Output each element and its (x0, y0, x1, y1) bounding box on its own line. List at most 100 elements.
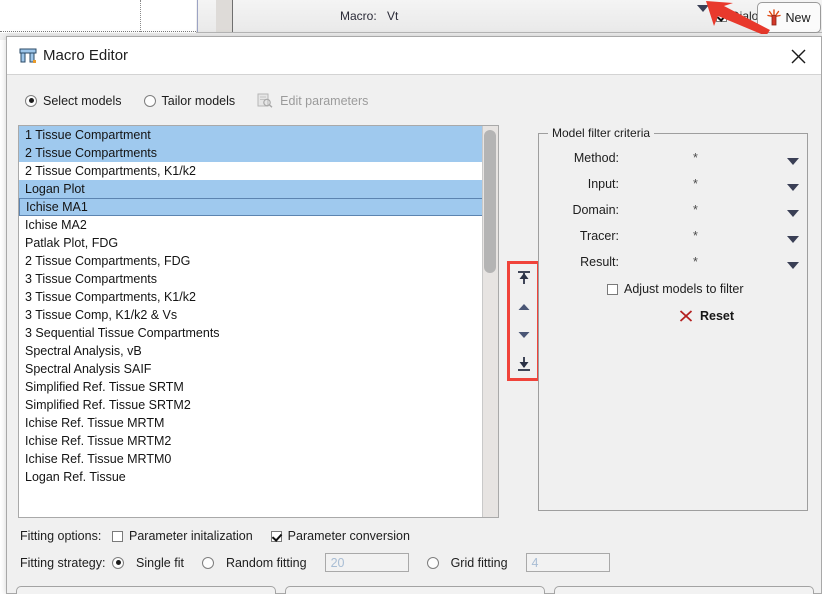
radio-icon (112, 556, 124, 569)
save-as-default-button[interactable]: Save as default (16, 586, 276, 594)
random-fitting-input[interactable]: 20 (324, 553, 409, 572)
filter-label: Domain: (572, 203, 619, 217)
filter-value: * (693, 151, 698, 165)
edit-parameters-button: Edit parameters (257, 93, 368, 108)
list-item[interactable]: 2 Tissue Compartments, FDG (19, 252, 483, 270)
list-item[interactable]: Ichise Ref. Tissue MRTM0 (19, 450, 483, 468)
grid-fitting-input[interactable]: 4 (525, 553, 610, 572)
chevron-down-icon (697, 5, 709, 26)
checkbox-icon (112, 530, 123, 542)
new-button[interactable]: New (757, 2, 821, 33)
screen: Macro: Vt Dialog New Macro Editor Select… (0, 0, 822, 594)
chevron-down-icon[interactable] (787, 180, 799, 194)
list-item[interactable]: Patlak Plot, FDG (19, 234, 483, 252)
save-to-db-button[interactable]: Save to DB (285, 586, 545, 594)
reset-x-icon (679, 309, 693, 323)
macro-table-icon (19, 48, 37, 64)
list-item[interactable]: 1 Tissue Compartment (19, 126, 483, 144)
list-item[interactable]: Ichise MA1 (19, 198, 483, 216)
chevron-down-icon[interactable] (787, 206, 799, 220)
filter-value: * (693, 229, 698, 243)
parameter-initialization-label: Parameter initalization (129, 529, 253, 543)
fitting-options-row: Fitting options: Parameter initalization… (20, 529, 428, 543)
macro-editor-dialog: Macro Editor Select models Tailor models (6, 36, 822, 594)
macro-dropdown-button[interactable] (697, 5, 709, 26)
chevron-down-icon[interactable] (787, 154, 799, 168)
new-starburst-icon (767, 9, 782, 26)
filter-row-result[interactable]: Result: * (547, 253, 802, 271)
canvas-guide-vertical (140, 0, 141, 32)
model-list[interactable]: 1 Tissue Compartment 2 Tissue Compartment… (18, 125, 499, 518)
radio-icon (143, 94, 156, 107)
background-application-bar: Macro: Vt Dialog New (0, 0, 822, 40)
mode-selector: Select models Tailor models Edit paramet… (25, 93, 368, 108)
radio-random-fitting[interactable]: Random fitting (201, 555, 307, 570)
radio-select-models-label: Select models (43, 93, 122, 108)
filter-value: * (693, 177, 698, 191)
list-item[interactable]: 2 Tissue Compartments, K1/k2 (19, 162, 483, 180)
radio-tailor-models-label: Tailor models (161, 93, 236, 108)
filter-row-input[interactable]: Input: * (547, 175, 802, 193)
move-up-icon[interactable] (512, 296, 536, 318)
radio-icon (25, 94, 37, 107)
radio-single-fit[interactable]: Single fit (112, 556, 184, 570)
filter-row-tracer[interactable]: Tracer: * (547, 227, 802, 245)
toolbar-separator-2 (216, 0, 232, 33)
grid-fitting-label: Grid fitting (450, 555, 508, 570)
radio-icon (201, 556, 214, 569)
parameter-initialization-checkbox[interactable]: Parameter initalization (112, 529, 253, 543)
toolbar-separator-3 (232, 0, 233, 33)
fitting-options-label: Fitting options: (20, 529, 102, 543)
new-button-label: New (785, 10, 811, 25)
adjust-models-to-filter-checkbox[interactable]: Adjust models to filter (607, 282, 744, 296)
list-item[interactable]: Ichise Ref. Tissue MRTM2 (19, 432, 483, 450)
move-to-bottom-icon[interactable] (512, 353, 536, 375)
list-item[interactable]: Simplified Ref. Tissue SRTM (19, 378, 483, 396)
cancel-button[interactable]: Cancel (554, 586, 814, 594)
list-item[interactable]: Spectral Analysis SAIF (19, 360, 483, 378)
list-item[interactable]: Ichise Ref. Tissue MRTM (19, 414, 483, 432)
list-item[interactable]: 3 Tissue Compartments (19, 270, 483, 288)
parameter-conversion-label: Parameter conversion (287, 529, 410, 543)
reset-button[interactable]: Reset (679, 309, 734, 323)
macro-label: Macro: (340, 9, 377, 23)
macro-value: Vt (387, 9, 399, 23)
filter-label: Input: (587, 177, 619, 191)
fitting-strategy-label: Fitting strategy: (20, 555, 106, 570)
background-canvas-area (0, 0, 196, 33)
model-list-items: 1 Tissue Compartment 2 Tissue Compartment… (19, 126, 483, 517)
adjust-models-to-filter-label: Adjust models to filter (624, 282, 744, 296)
radio-icon (426, 556, 439, 569)
radio-tailor-models[interactable]: Tailor models (143, 93, 236, 108)
list-item[interactable]: 3 Sequential Tissue Compartments (19, 324, 483, 342)
single-fit-label: Single fit (136, 555, 184, 570)
edit-parameters-label: Edit parameters (280, 93, 369, 108)
dialog-button-row: Save as default Save to DB (16, 586, 814, 594)
move-to-top-icon[interactable] (512, 267, 536, 289)
close-icon[interactable] (785, 44, 811, 68)
list-item[interactable]: 3 Tissue Comp, K1/k2 & Vs (19, 306, 483, 324)
chevron-down-icon[interactable] (787, 232, 799, 246)
radio-select-models[interactable]: Select models (25, 94, 122, 108)
list-item[interactable]: Spectral Analysis, vB (19, 342, 483, 360)
model-list-scrollbar[interactable] (482, 126, 498, 517)
move-down-icon[interactable] (512, 324, 536, 346)
list-item[interactable]: Logan Plot (19, 180, 483, 198)
radio-grid-fitting[interactable]: Grid fitting (426, 555, 508, 570)
checkbox-icon (607, 283, 618, 295)
list-item[interactable]: Logan Ref. Tissue (19, 468, 483, 486)
reset-button-label: Reset (700, 309, 735, 323)
chevron-down-icon[interactable] (787, 258, 799, 272)
list-item[interactable]: 3 Tissue Compartments, K1/k2 (19, 288, 483, 306)
list-item[interactable]: Ichise MA2 (19, 216, 483, 234)
filter-row-domain[interactable]: Domain: * (547, 201, 802, 219)
parameter-conversion-checkbox[interactable]: Parameter conversion (270, 529, 410, 543)
list-item[interactable]: Simplified Ref. Tissue SRTM2 (19, 396, 483, 414)
filter-row-method[interactable]: Method: * (547, 149, 802, 167)
model-filter-criteria-legend: Model filter criteria (548, 126, 655, 140)
scrollbar-thumb[interactable] (484, 130, 496, 273)
random-fitting-label: Random fitting (225, 555, 307, 570)
filter-label: Method: (573, 151, 619, 165)
list-item[interactable]: 2 Tissue Compartments (19, 144, 483, 162)
filter-label: Result: (580, 255, 619, 269)
